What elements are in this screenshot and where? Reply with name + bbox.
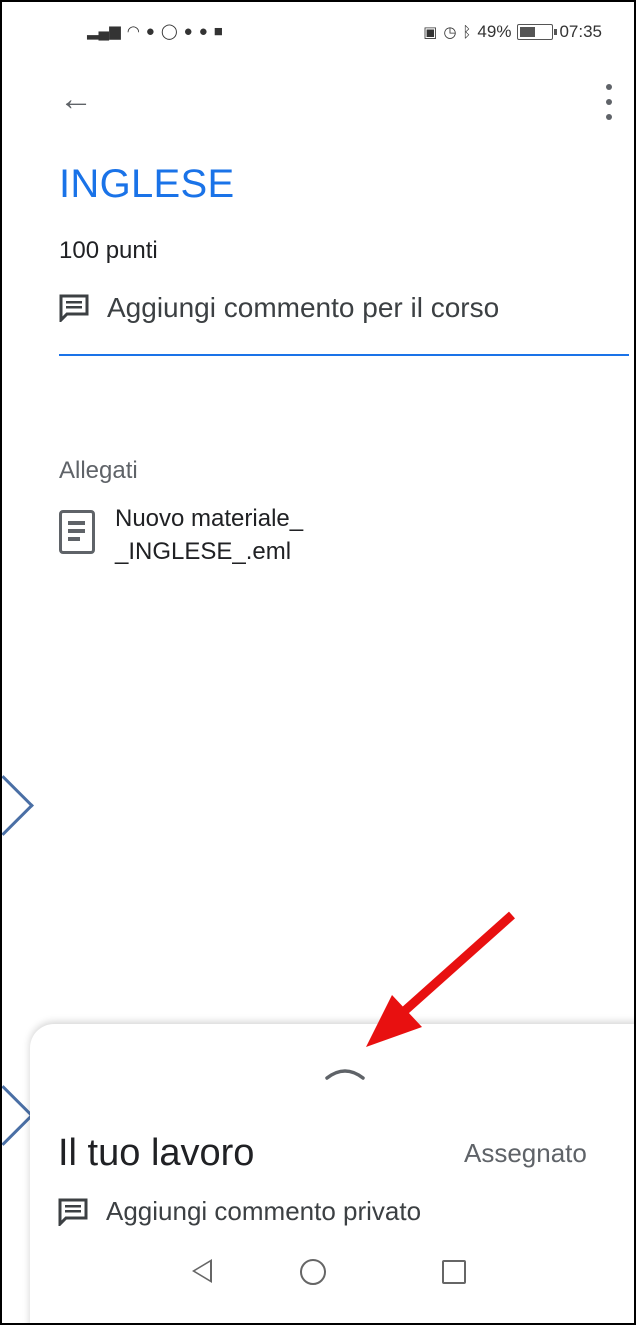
nfc-icon: ▣ bbox=[423, 23, 438, 41]
comment-field-underline bbox=[59, 354, 629, 356]
comment-icon bbox=[59, 294, 89, 322]
nav-back-icon[interactable] bbox=[192, 1259, 212, 1283]
comment-icon bbox=[58, 1198, 88, 1226]
assignment-points: 100 punti bbox=[59, 237, 158, 264]
status-bar: ▂▄▆ ◠ ● ◯ ● ● ■ ▣ ◷ ᛒ 49% 07:35 bbox=[2, 2, 634, 62]
assignment-status: Assegnato bbox=[464, 1138, 587, 1168]
nav-home-icon[interactable] bbox=[300, 1259, 326, 1285]
wifi-icon: ◠ bbox=[126, 23, 140, 40]
back-arrow-icon[interactable]: ← bbox=[59, 82, 93, 116]
signal-icon: ▂▄▆ bbox=[87, 23, 121, 40]
attachment-name-line2: _INGLESE_.eml bbox=[115, 538, 292, 565]
add-private-comment-label: Aggiungi commento privato bbox=[106, 1196, 422, 1226]
your-work-title: Il tuo lavoro bbox=[58, 1132, 255, 1174]
battery-icon bbox=[517, 24, 558, 40]
attachments-heading: Allegati bbox=[59, 457, 138, 484]
more-vert-icon[interactable] bbox=[604, 84, 614, 120]
assignment-title: INGLESE bbox=[59, 162, 235, 206]
attachment-name: Nuovo materiale_ _INGLESE_.eml bbox=[115, 502, 303, 568]
battery-percent: 49% bbox=[477, 22, 512, 41]
attachment-name-line1: Nuovo materiale_ bbox=[115, 505, 304, 532]
clock: 07:35 bbox=[559, 22, 602, 41]
phone-screen: ▂▄▆ ◠ ● ◯ ● ● ■ ▣ ◷ ᛒ 49% 07:35 ← INGLES… bbox=[0, 0, 636, 1325]
document-icon bbox=[59, 510, 95, 554]
add-class-comment-button[interactable]: Aggiungi commento per il corso bbox=[59, 292, 499, 324]
status-icons-left: ▂▄▆ ◠ ● ◯ ● ● ■ bbox=[87, 24, 223, 39]
facebook-icon: ● bbox=[198, 23, 208, 40]
system-nav-bar bbox=[2, 1247, 634, 1323]
alarm-icon: ◷ bbox=[443, 23, 457, 41]
status-icons-right: ▣ ◷ ᛒ 49% 07:35 bbox=[423, 22, 602, 42]
nav-recents-icon[interactable] bbox=[442, 1260, 466, 1284]
attachment-item[interactable]: Nuovo materiale_ _INGLESE_.eml bbox=[59, 502, 303, 568]
expand-less-icon[interactable] bbox=[325, 1066, 365, 1080]
whatsapp-icon: ◯ bbox=[160, 23, 178, 40]
chevron-right-icon bbox=[2, 1085, 34, 1146]
mail-icon: ■ bbox=[213, 23, 223, 40]
add-class-comment-label: Aggiungi commento per il corso bbox=[107, 292, 500, 323]
bluetooth-icon: ᛒ bbox=[462, 23, 472, 41]
annotation-arrow bbox=[366, 911, 515, 1047]
facebook-icon: ● bbox=[183, 23, 193, 40]
chevron-right-icon bbox=[2, 775, 34, 836]
app-notification-icon: ● bbox=[145, 23, 155, 40]
add-private-comment-button[interactable]: Aggiungi commento privato bbox=[58, 1196, 421, 1227]
